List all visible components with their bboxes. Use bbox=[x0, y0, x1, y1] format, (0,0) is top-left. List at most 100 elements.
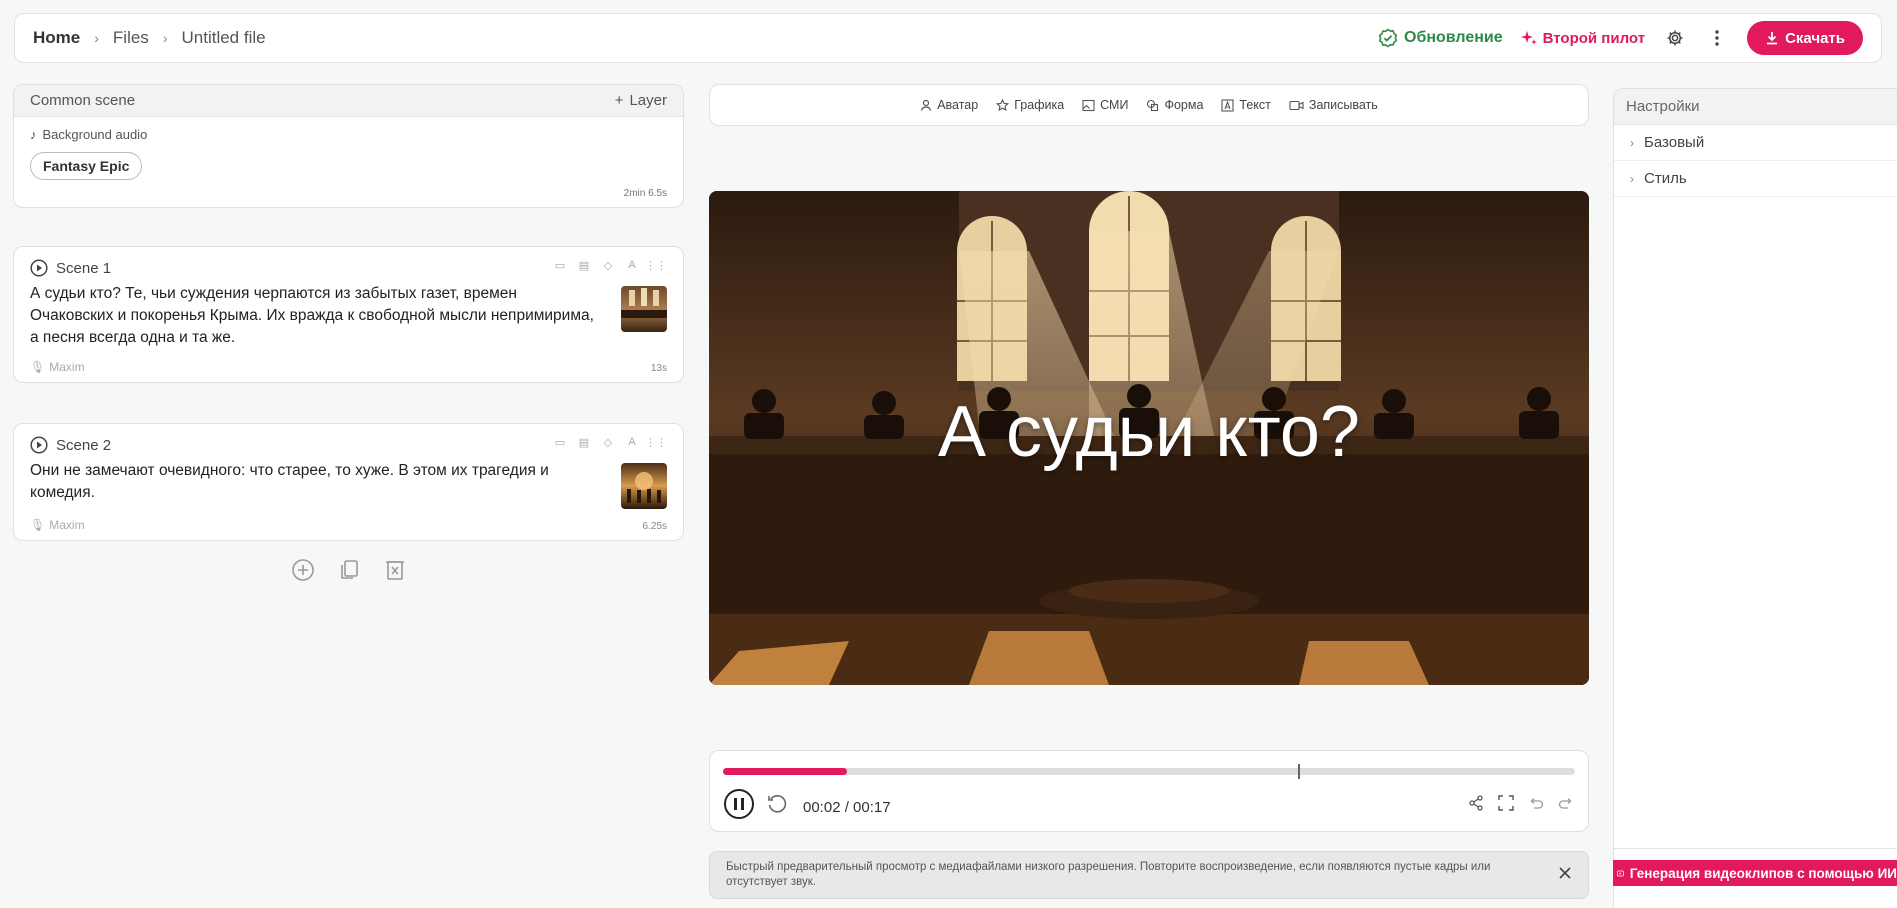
image-icon bbox=[1082, 99, 1095, 111]
scene-tools: ▭ ▤ ◇ A ⋮⋮ bbox=[553, 435, 667, 449]
scene-title: Scene 1 bbox=[56, 259, 112, 277]
toolbar-graphics[interactable]: Графика bbox=[996, 98, 1064, 112]
toolbar-text[interactable]: Текст bbox=[1221, 98, 1271, 112]
player-controls: 00:02 / 00:17 bbox=[709, 750, 1589, 832]
text-icon[interactable]: A bbox=[625, 435, 639, 449]
shape-icon bbox=[1147, 99, 1159, 111]
breadcrumb: Home › Files › Untitled file bbox=[33, 28, 266, 48]
common-scene-panel: Common scene + Layer ♪ Background audio … bbox=[13, 84, 684, 208]
common-scene-duration: 2min 6.5s bbox=[623, 188, 667, 199]
pause-icon bbox=[734, 798, 744, 810]
toolbar-media[interactable]: СМИ bbox=[1082, 98, 1128, 112]
section-label: Стиль bbox=[1644, 170, 1687, 187]
add-layer-label: Layer bbox=[629, 92, 667, 109]
top-header: Home › Files › Untitled file Обновление … bbox=[14, 13, 1882, 63]
person-icon bbox=[921, 99, 932, 111]
section-label: Базовый bbox=[1644, 134, 1705, 151]
close-icon[interactable] bbox=[1558, 866, 1572, 885]
settings-gear-icon[interactable] bbox=[1663, 26, 1687, 50]
drag-handle-icon[interactable]: ⋮⋮ bbox=[645, 435, 667, 449]
audio-track-chip[interactable]: Fantasy Epic bbox=[30, 152, 143, 180]
redo-icon[interactable] bbox=[1558, 795, 1574, 816]
replay-icon[interactable] bbox=[766, 793, 788, 820]
pause-button[interactable] bbox=[724, 789, 754, 819]
scene-tools: ▭ ▤ ◇ A ⋮⋮ bbox=[553, 258, 667, 272]
share-icon[interactable] bbox=[1468, 795, 1484, 816]
insert-toolbar: Аватар Графика СМИ Форма Текст Записыват… bbox=[709, 84, 1589, 126]
timeline-progress bbox=[723, 768, 847, 775]
background-audio-label: Background audio bbox=[42, 127, 148, 142]
image-icon[interactable]: ▭ bbox=[553, 435, 567, 449]
scene-script-text[interactable]: А судьи кто? Те, чьи суждения черпаются … bbox=[14, 277, 683, 349]
play-circle-icon[interactable] bbox=[30, 259, 48, 277]
video-camera-icon bbox=[1289, 100, 1304, 110]
text-icon[interactable]: A bbox=[625, 258, 639, 272]
toolbar-media-label: СМИ bbox=[1100, 98, 1129, 112]
scene-voice[interactable]: 🎙︎ Maxim bbox=[30, 360, 85, 374]
play-circle-icon[interactable] bbox=[30, 436, 48, 454]
settings-section-style[interactable]: › Стиль bbox=[1614, 161, 1897, 197]
scene-card-1[interactable]: Scene 1 ▭ ▤ ◇ A ⋮⋮ А судьи кто? Те, чьи … bbox=[13, 246, 684, 383]
copilot-label: Второй пилот bbox=[1542, 29, 1646, 47]
timeline-scrubber[interactable] bbox=[723, 764, 1575, 779]
drag-handle-icon[interactable]: ⋮⋮ bbox=[645, 258, 667, 272]
voice-name: Maxim bbox=[49, 360, 85, 374]
scene-script-text[interactable]: Они не замечают очевидного: что старее, … bbox=[14, 454, 683, 504]
check-badge-icon bbox=[1378, 28, 1398, 48]
subtitle-icon[interactable]: ▤ bbox=[577, 258, 591, 272]
toolbar-avatar-label: Аватар bbox=[937, 98, 979, 112]
breadcrumb-file-name[interactable]: Untitled file bbox=[181, 28, 265, 48]
shape-icon[interactable]: ◇ bbox=[601, 258, 615, 272]
scene-title: Scene 2 bbox=[56, 436, 112, 454]
star-icon bbox=[996, 98, 1010, 111]
scene-duration: 6.25s bbox=[642, 521, 667, 532]
scene-thumbnail[interactable] bbox=[621, 463, 667, 509]
settings-section-basic[interactable]: › Базовый bbox=[1614, 125, 1897, 161]
toolbar-record-label: Записывать bbox=[1308, 98, 1378, 112]
delete-scene-icon[interactable] bbox=[383, 558, 407, 582]
toolbar-shape[interactable]: Форма bbox=[1146, 98, 1203, 112]
low-res-notice: Быстрый предварительный просмотр с медиа… bbox=[709, 851, 1589, 899]
microphone-icon: 🎙︎ bbox=[30, 360, 46, 374]
video-preview[interactable]: А судьи кто? bbox=[709, 191, 1589, 685]
update-label: Обновление bbox=[1404, 29, 1503, 46]
undo-icon[interactable] bbox=[1528, 795, 1544, 816]
shape-icon[interactable]: ◇ bbox=[601, 435, 615, 449]
music-note-icon: ♪ bbox=[30, 127, 37, 142]
scene-duration: 13s bbox=[650, 363, 667, 374]
chevron-right-icon: › bbox=[162, 30, 168, 46]
notice-text: Быстрый предварительный просмотр с медиа… bbox=[726, 861, 1491, 888]
breadcrumb-files[interactable]: Files bbox=[113, 28, 149, 48]
add-scene-icon[interactable] bbox=[291, 558, 315, 582]
image-icon[interactable]: ▭ bbox=[553, 258, 567, 272]
add-layer-button[interactable]: + Layer bbox=[615, 92, 667, 109]
ai-video-generation-label: Генерация видеоклипов с помощью ИИ bbox=[1629, 865, 1897, 881]
subtitle-icon[interactable]: ▤ bbox=[577, 435, 591, 449]
copilot-button[interactable]: Второй пилот bbox=[1520, 29, 1646, 47]
scene-actions bbox=[291, 558, 407, 582]
more-vertical-icon[interactable] bbox=[1705, 26, 1729, 50]
sparkle-icon bbox=[1520, 31, 1537, 45]
download-label: Скачать bbox=[1785, 29, 1845, 47]
preview-caption-text[interactable]: А судьи кто? bbox=[709, 391, 1589, 473]
text-icon bbox=[1221, 98, 1234, 112]
chevron-right-icon: › bbox=[1630, 171, 1634, 186]
scene-voice[interactable]: 🎙︎ Maxim bbox=[30, 518, 85, 532]
scene-boundary-marker bbox=[1298, 764, 1301, 779]
toolbar-avatar[interactable]: Аватар bbox=[920, 98, 978, 112]
toolbar-record[interactable]: Записывать bbox=[1289, 98, 1378, 112]
download-button[interactable]: Скачать bbox=[1747, 21, 1863, 55]
fullscreen-icon[interactable] bbox=[1498, 795, 1514, 816]
duplicate-scene-icon[interactable] bbox=[337, 558, 361, 582]
chevron-right-icon: › bbox=[94, 30, 99, 46]
breadcrumb-home[interactable]: Home bbox=[33, 28, 80, 48]
ai-video-generation-button[interactable]: Генерация видеоклипов с помощью ИИ bbox=[1613, 860, 1897, 886]
settings-panel: Настройки › Базовый › Стиль bbox=[1613, 88, 1897, 908]
voice-name: Maxim bbox=[49, 518, 85, 532]
update-button[interactable]: Обновление bbox=[1378, 28, 1503, 48]
toolbar-text-label: Текст bbox=[1239, 98, 1271, 112]
settings-title: Настройки bbox=[1626, 98, 1700, 115]
microphone-icon: 🎙︎ bbox=[30, 518, 46, 532]
scene-thumbnail[interactable] bbox=[621, 286, 667, 332]
scene-card-2[interactable]: Scene 2 ▭ ▤ ◇ A ⋮⋮ Они не замечают очеви… bbox=[13, 423, 684, 541]
